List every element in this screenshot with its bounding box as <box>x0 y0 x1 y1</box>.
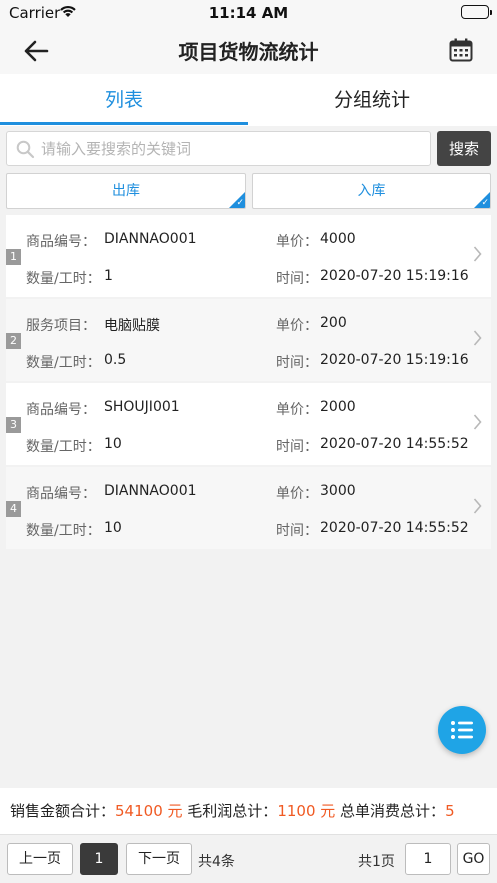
code-label: 商品编号： <box>26 486 96 502</box>
qty-label: 数量/工时： <box>26 271 101 287</box>
consume-total-value: 5 <box>445 802 455 820</box>
search-input[interactable] <box>41 132 421 165</box>
list-item[interactable]: 2 服务项目： 电脑贴膜 单价： 200 数量/工时： 0.5 时间： 2020… <box>6 299 491 381</box>
code-label: 商品编号： <box>26 234 96 250</box>
search-button[interactable]: 搜索 <box>437 131 491 166</box>
clock: 11:14 AM <box>208 4 289 22</box>
consume-total-label: 总单消费总计： <box>340 802 446 820</box>
tab-group-stats[interactable]: 分组统计 <box>248 74 496 126</box>
check-icon: ✓ <box>481 198 489 208</box>
search-icon <box>16 140 35 163</box>
tab-list[interactable]: 列表 <box>0 74 248 126</box>
page-title: 项目货物流统计 <box>178 40 319 64</box>
nav-bar: 项目货物流统计 <box>0 26 497 74</box>
price-value: 3000 <box>320 483 356 499</box>
summary-bar: 销售金额合计：54100 元 毛利润总计：1100 元 总单消费总计：5 <box>0 788 497 834</box>
qty-label: 数量/工时： <box>26 355 101 371</box>
price-label: 单价： <box>276 486 318 502</box>
time-value: 2020-07-20 14:55:52 <box>320 520 469 536</box>
time-label: 时间： <box>276 523 318 539</box>
time-value: 2020-07-20 15:19:16 <box>320 268 469 284</box>
row-index: 4 <box>6 501 21 517</box>
next-page-button[interactable]: 下一页 <box>126 843 192 875</box>
status-bar: Carrier 11:14 AM <box>0 0 497 26</box>
prev-page-button[interactable]: 上一页 <box>7 843 73 875</box>
list-item[interactable]: 4 商品编号： DIANNAO001 单价： 3000 数量/工时： 10 时间… <box>6 467 491 549</box>
chevron-right-icon <box>473 413 482 435</box>
filter-outbound-button[interactable]: 出库 ✓ <box>6 173 246 209</box>
qty-label: 数量/工时： <box>26 523 101 539</box>
code-label: 商品编号： <box>26 402 96 418</box>
qty-value: 1 <box>104 268 113 284</box>
profit-total-value: 1100 元 <box>277 802 336 820</box>
sales-total-label: 销售金额合计： <box>10 802 116 820</box>
code-value: DIANNAO001 <box>104 483 197 499</box>
price-value: 200 <box>320 315 347 331</box>
row-index: 3 <box>6 417 21 433</box>
tab-bar: 列表 分组统计 <box>0 74 497 126</box>
fab-menu-button[interactable] <box>438 706 486 754</box>
code-value: DIANNAO001 <box>104 231 197 247</box>
list-item[interactable]: 3 商品编号： SHOUJI001 单价： 2000 数量/工时： 10 时间：… <box>6 383 491 465</box>
filter-inbound-button[interactable]: 入库 ✓ <box>252 173 491 209</box>
time-value: 2020-07-20 14:55:52 <box>320 436 469 452</box>
chevron-right-icon <box>473 245 482 267</box>
qty-label: 数量/工时： <box>26 439 101 455</box>
qty-value: 10 <box>104 520 122 536</box>
total-pages: 共1页 <box>358 854 395 870</box>
pagination: 上一页 1 下一页 共4条 共1页 GO <box>0 834 497 883</box>
total-records: 共4条 <box>198 854 235 870</box>
code-value: 电脑贴膜 <box>104 318 160 334</box>
time-label: 时间： <box>276 271 318 287</box>
search-box <box>6 131 431 166</box>
calendar-icon[interactable] <box>449 38 473 66</box>
search-row: 搜索 <box>0 126 497 172</box>
sales-total-value: 54100 元 <box>115 802 183 820</box>
chevron-right-icon <box>473 329 482 351</box>
code-value: SHOUJI001 <box>104 399 180 415</box>
list-icon <box>451 721 473 739</box>
go-button[interactable]: GO <box>457 843 490 875</box>
code-label: 服务项目： <box>26 318 96 334</box>
filter-outbound-label: 出库 <box>112 183 140 199</box>
chevron-right-icon <box>473 497 482 519</box>
time-label: 时间： <box>276 355 318 371</box>
goto-page-input[interactable] <box>405 843 451 875</box>
check-icon: ✓ <box>236 198 244 208</box>
price-label: 单价： <box>276 402 318 418</box>
row-index: 2 <box>6 333 21 349</box>
price-value: 2000 <box>320 399 356 415</box>
battery-icon <box>461 5 492 19</box>
profit-total-label: 毛利润总计： <box>187 802 278 820</box>
qty-value: 0.5 <box>104 352 127 368</box>
active-tab-indicator <box>0 122 248 125</box>
qty-value: 10 <box>104 436 122 452</box>
price-label: 单价： <box>276 318 318 334</box>
list-item[interactable]: 1 商品编号： DIANNAO001 单价： 4000 数量/工时： 1 时间：… <box>6 215 491 297</box>
price-value: 4000 <box>320 231 356 247</box>
price-label: 单价： <box>276 234 318 250</box>
row-index: 1 <box>6 249 21 265</box>
time-label: 时间： <box>276 439 318 455</box>
filter-inbound-label: 入库 <box>357 183 386 199</box>
time-value: 2020-07-20 15:19:16 <box>320 352 469 368</box>
current-page-button[interactable]: 1 <box>80 843 118 875</box>
